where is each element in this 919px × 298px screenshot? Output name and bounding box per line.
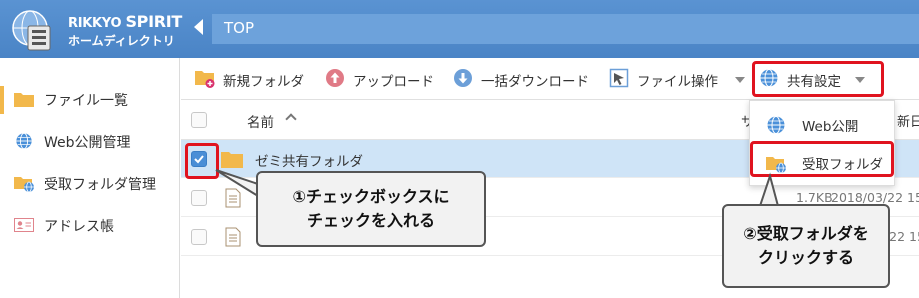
menu-item-web-publish[interactable]: Web公開	[750, 105, 896, 143]
menu-item-label: Web公開	[802, 119, 859, 135]
chevron-down-icon	[735, 77, 745, 83]
sidebar-item-address-book[interactable]: アドレス帳	[0, 208, 180, 242]
document-icon	[225, 227, 241, 247]
callout-step1-line1: ①チェックボックスに	[292, 187, 450, 206]
row-name[interactable]: ゼミ共有フォルダ	[255, 150, 363, 170]
menu-item-label: 受取フォルダ	[802, 157, 883, 173]
callout-step1: ①チェックボックスに チェックを入れる	[256, 171, 486, 247]
receive-folder-icon	[766, 157, 786, 173]
sidebar-item-receive-folder-manage[interactable]: 受取フォルダ管理	[0, 166, 180, 200]
breadcrumb-current[interactable]: TOP	[224, 19, 254, 37]
server-globe-logo-icon	[12, 10, 51, 51]
app-header: RIKKYO SPIRIT ホームディレクトリ TOP	[0, 0, 919, 58]
logo-title: RIKKYO SPIRIT	[68, 12, 182, 31]
logo-subtitle: ホームディレクトリ	[68, 34, 175, 48]
bulk-download-label: 一括ダウンロード	[481, 74, 589, 90]
share-settings-label: 共有設定	[787, 74, 841, 90]
address-card-icon	[14, 218, 34, 232]
sort-ascending-icon[interactable]	[285, 113, 297, 125]
folder-icon	[221, 152, 243, 168]
new-folder-button[interactable]: 新規フォルダ	[195, 68, 315, 90]
row-checkbox[interactable]	[191, 151, 207, 167]
upload-icon	[326, 69, 344, 87]
share-settings-menu-button[interactable]: 共有設定	[759, 68, 883, 90]
row-size: 1.7KB	[796, 190, 833, 205]
sidebar-item-label: 受取フォルダ管理	[44, 177, 156, 193]
globe-icon	[16, 132, 32, 150]
upload-button[interactable]: アップロード	[325, 68, 445, 90]
callout-step1-line2: チェックを入れる	[306, 211, 435, 230]
app-logo[interactable]: RIKKYO SPIRIT ホームディレクトリ	[0, 0, 182, 58]
logo-title-prefix: RIKKYO	[68, 16, 126, 31]
back-arrow-icon[interactable]	[194, 19, 203, 35]
callout-step2: ②受取フォルダを クリックする	[722, 204, 890, 288]
row-checkbox[interactable]	[191, 229, 207, 245]
receive-folder-icon	[14, 177, 34, 192]
download-icon	[454, 69, 472, 87]
file-operation-icon	[609, 68, 629, 88]
row-checkbox[interactable]	[191, 190, 207, 206]
select-all-checkbox[interactable]	[191, 112, 207, 128]
logo-title-brand: SPIRIT	[125, 12, 183, 31]
breadcrumb: TOP	[212, 14, 919, 44]
sidebar-item-label: Web公開管理	[44, 135, 131, 151]
globe-icon	[760, 69, 778, 87]
file-ops-menu-button[interactable]: ファイル操作	[609, 68, 747, 90]
callout-step2-line1: ②受取フォルダを	[743, 224, 869, 243]
check-icon	[194, 155, 204, 164]
sidebar-item-file-list[interactable]: ファイル一覧	[0, 82, 180, 116]
file-ops-label: ファイル操作	[637, 74, 718, 90]
upload-label: アップロード	[353, 74, 434, 90]
column-header-date[interactable]: 新日時	[897, 111, 919, 130]
document-icon	[225, 188, 241, 208]
bulk-download-button[interactable]: 一括ダウンロード	[453, 68, 601, 90]
folder-icon	[14, 93, 34, 107]
chevron-down-icon	[855, 77, 865, 83]
toolbar: 新規フォルダ アップロード 一括ダウンロード ファイル操作 共有設定	[181, 58, 919, 100]
new-folder-label: 新規フォルダ	[223, 74, 304, 90]
callout-step2-line2: クリックする	[757, 248, 854, 267]
sidebar-item-label: アドレス帳	[44, 219, 114, 235]
sidebar-item-web-publish[interactable]: Web公開管理	[0, 124, 180, 158]
share-settings-dropdown: Web公開 受取フォルダ	[749, 100, 895, 186]
globe-icon	[767, 116, 785, 134]
menu-item-receive-folder[interactable]: 受取フォルダ	[750, 143, 896, 181]
new-folder-icon	[195, 71, 215, 88]
sidebar: ファイル一覧 Web公開管理 受取フォルダ管理 アドレス帳	[0, 58, 180, 298]
row-date: 2018/03/22 15	[831, 190, 919, 205]
sidebar-item-label: ファイル一覧	[44, 93, 128, 109]
column-header-name[interactable]: 名前	[247, 111, 274, 131]
